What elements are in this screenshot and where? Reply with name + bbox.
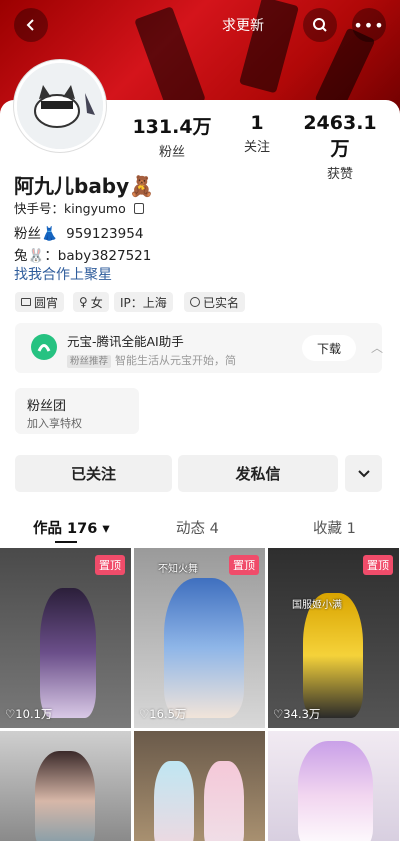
fan-group-title: 粉丝团 bbox=[27, 399, 67, 414]
stat-label: 粉丝 bbox=[158, 145, 185, 160]
content-tabs: 作品 176 ▾ 动态 4 收藏 1 bbox=[0, 517, 400, 537]
tile-figure bbox=[164, 578, 244, 718]
work-tile[interactable] bbox=[268, 731, 399, 841]
rabbit-label: 兔 bbox=[14, 248, 28, 264]
work-tile[interactable]: 国服姬小满 置顶 ♡34.3万 bbox=[268, 548, 399, 728]
profile-name-text: 阿九儿baby bbox=[14, 174, 130, 198]
work-tile[interactable] bbox=[0, 731, 131, 841]
tag-card: 圆宵 bbox=[15, 292, 65, 312]
fan-group-line: 粉丝👗 959123954 bbox=[14, 222, 143, 242]
copy-icon[interactable] bbox=[133, 203, 144, 214]
tag-label: 圆宵 bbox=[34, 295, 59, 310]
tag-ip: IP：上海 bbox=[114, 292, 173, 312]
tile-figure bbox=[35, 751, 95, 841]
ad-collapse-icon[interactable]: ︿ bbox=[371, 339, 383, 356]
fan-group-subtitle: 加入享特权 bbox=[27, 417, 82, 430]
pinned-badge: 置顶 bbox=[363, 555, 393, 575]
more-button[interactable]: ••• bbox=[352, 8, 386, 42]
tile-caption: 不知火舞 bbox=[158, 564, 198, 575]
tag-gender: ♀ 女 bbox=[73, 292, 109, 312]
stat-fans[interactable]: 131.4万 粉丝 bbox=[132, 112, 212, 160]
tab-favorites[interactable]: 收藏 1 bbox=[313, 517, 356, 538]
more-actions-button[interactable] bbox=[345, 455, 382, 492]
work-tile[interactable] bbox=[134, 731, 265, 841]
back-arrow-icon bbox=[26, 19, 34, 31]
like-count: ♡34.3万 bbox=[273, 707, 321, 721]
ad-card[interactable]: 元宝-腾讯全能AI助手 粉丝推荐 智能生活从元宝开始，简 下载 ︿ bbox=[15, 323, 383, 373]
stat-label: 关注 bbox=[243, 140, 270, 155]
ad-title: 元宝-腾讯全能AI助手 bbox=[67, 334, 184, 349]
profile-name: 阿九儿baby🧸 bbox=[14, 170, 154, 199]
chevron-down-icon bbox=[357, 469, 370, 477]
female-icon: ♀ bbox=[79, 295, 88, 309]
tab-works[interactable]: 作品 176 ▾ bbox=[33, 517, 110, 538]
ad-subtitle: 粉丝推荐 智能生活从元宝开始，简 bbox=[67, 352, 236, 368]
stat-value: 2463.1万 bbox=[303, 112, 377, 160]
stat-label: 获赞 bbox=[326, 167, 353, 182]
bear-emoji-icon: 🧸 bbox=[129, 174, 155, 198]
tag-verified: 已实名 bbox=[184, 292, 246, 312]
fan-line-label: 粉丝 bbox=[14, 226, 41, 242]
kuaishou-id: 快手号：kingyumo bbox=[14, 198, 144, 217]
rabbit-emoji-icon: 🐰 bbox=[27, 248, 45, 264]
tile-figure bbox=[154, 761, 194, 841]
tile-figure bbox=[204, 761, 244, 841]
card-icon bbox=[21, 298, 31, 306]
work-tile[interactable]: 不知火舞 置顶 ♡16.5万 bbox=[134, 548, 265, 728]
ad-download-button[interactable]: 下载 bbox=[302, 335, 356, 361]
collab-link[interactable]: 找我合作上聚星 bbox=[14, 264, 112, 284]
tag-label: 女 bbox=[90, 295, 103, 310]
dress-emoji-icon: 👗 bbox=[41, 226, 58, 242]
verified-icon bbox=[190, 297, 200, 307]
pinned-badge: 置顶 bbox=[229, 555, 259, 575]
tab-underline bbox=[55, 541, 77, 543]
stat-value: 1 bbox=[250, 112, 264, 134]
search-icon bbox=[313, 18, 327, 32]
tile-figure bbox=[40, 588, 96, 718]
avatar[interactable] bbox=[14, 60, 106, 152]
yuanbao-logo-icon bbox=[31, 334, 57, 360]
followed-button[interactable]: 已关注 bbox=[15, 455, 172, 492]
more-icon: ••• bbox=[353, 15, 385, 35]
stat-value: 131.4万 bbox=[132, 116, 212, 138]
kuaishou-id-text: 快手号：kingyumo bbox=[14, 201, 126, 216]
tile-figure bbox=[298, 741, 373, 841]
rabbit-line: 兔🐰：baby3827521 bbox=[14, 244, 151, 264]
fan-group-number: 959123954 bbox=[66, 226, 144, 242]
fan-group-card[interactable]: 粉丝团 加入享特权 bbox=[15, 388, 139, 434]
back-button[interactable] bbox=[14, 8, 48, 42]
ad-badge: 粉丝推荐 bbox=[67, 355, 112, 368]
tag-label: 已实名 bbox=[203, 295, 240, 310]
stat-likes[interactable]: 2463.1万 获赞 bbox=[300, 112, 380, 182]
rabbit-value: ：baby3827521 bbox=[44, 248, 152, 264]
ad-subtitle-text: 智能生活从元宝开始，简 bbox=[115, 354, 237, 367]
top-bar: 求更新 ••• bbox=[0, 8, 400, 44]
search-button[interactable] bbox=[303, 8, 337, 42]
seek-update-button[interactable]: 求更新 bbox=[222, 15, 264, 35]
tile-caption: 国服姬小满 bbox=[292, 600, 342, 611]
tag-label: IP：上海 bbox=[120, 295, 167, 310]
like-count: ♡10.1万 bbox=[5, 707, 53, 721]
tile-figure bbox=[303, 593, 363, 718]
work-tile[interactable]: 置顶 ♡10.1万 bbox=[0, 548, 131, 728]
like-count: ♡16.5万 bbox=[139, 707, 187, 721]
stat-following[interactable]: 1 关注 bbox=[217, 112, 297, 155]
pinned-badge: 置顶 bbox=[95, 555, 125, 575]
tab-moments[interactable]: 动态 4 bbox=[176, 517, 219, 538]
message-button[interactable]: 发私信 bbox=[178, 455, 338, 492]
